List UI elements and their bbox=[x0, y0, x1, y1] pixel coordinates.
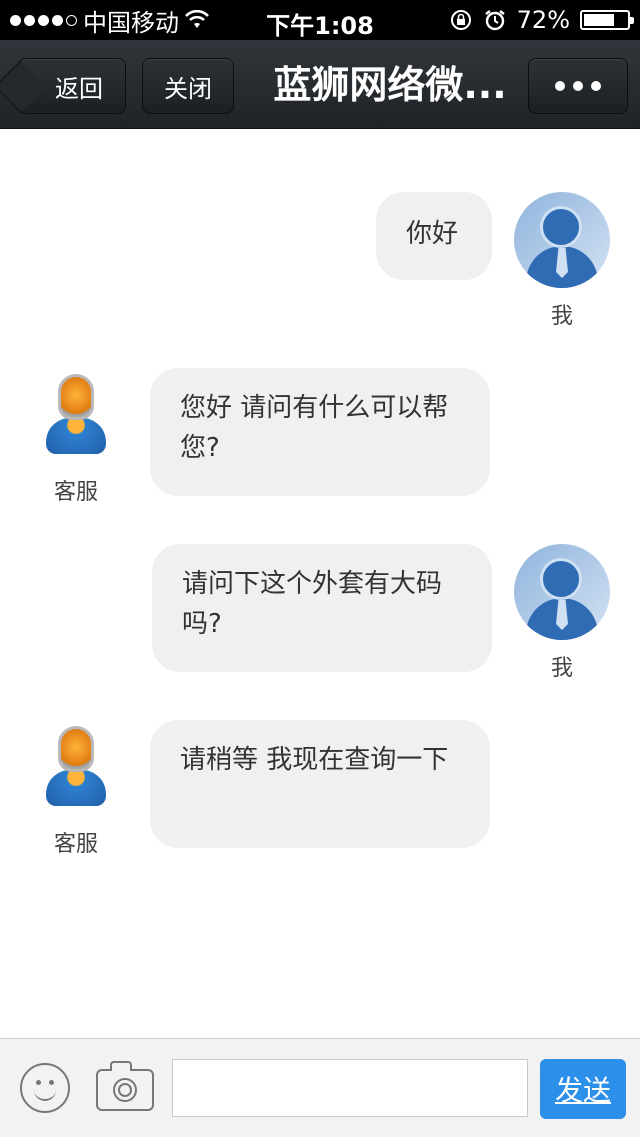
more-dots-icon bbox=[555, 81, 601, 91]
avatar-label-me: 我 bbox=[550, 656, 573, 681]
battery-percent: 72% bbox=[516, 6, 570, 34]
message-text: 你好 bbox=[406, 219, 459, 249]
page-title: 蓝狮网络微... bbox=[273, 63, 507, 107]
camera-icon[interactable] bbox=[96, 1061, 154, 1111]
user-avatar-icon[interactable] bbox=[514, 544, 610, 640]
message-input[interactable] bbox=[172, 1059, 528, 1117]
send-button[interactable]: 发送 bbox=[540, 1059, 626, 1119]
nav-bar: 返回 关闭 蓝狮网络微... bbox=[0, 40, 640, 129]
avatar-label-me: 我 bbox=[550, 304, 573, 329]
close-button-label: 关闭 bbox=[164, 74, 212, 103]
close-button[interactable]: 关闭 bbox=[142, 58, 234, 114]
battery-icon bbox=[580, 10, 634, 30]
battery-fill bbox=[584, 14, 615, 26]
more-button[interactable] bbox=[528, 58, 628, 114]
avatar-label-service: 客服 bbox=[53, 832, 98, 857]
avatar-label-service: 客服 bbox=[53, 480, 98, 505]
message-bubble-me: 请问下这个外套有大码吗? bbox=[152, 544, 492, 672]
message-text: 请问下这个外套有大码吗? bbox=[182, 569, 443, 639]
status-bar: 中国移动 下午1:08 72% bbox=[0, 0, 640, 40]
message-bubble-service: 请稍等 我现在查询一下 bbox=[150, 720, 490, 848]
back-button-label: 返回 bbox=[55, 74, 103, 103]
alarm-icon bbox=[484, 10, 505, 31]
user-avatar-icon[interactable] bbox=[514, 192, 610, 288]
message-bubble-service: 您好 请问有什么可以帮您? bbox=[150, 368, 490, 496]
service-avatar-icon[interactable] bbox=[44, 374, 108, 456]
back-arrow-icon bbox=[0, 60, 47, 113]
orientation-lock-icon bbox=[450, 10, 471, 30]
message-text: 请稍等 我现在查询一下 bbox=[180, 745, 449, 775]
message-bubble-me: 你好 bbox=[376, 192, 492, 280]
smiley-icon[interactable] bbox=[20, 1063, 70, 1113]
back-button[interactable]: 返回 bbox=[0, 58, 126, 114]
service-avatar-icon[interactable] bbox=[44, 726, 108, 808]
status-right: 72% bbox=[449, 0, 634, 40]
message-text: 您好 请问有什么可以帮您? bbox=[180, 393, 449, 463]
input-toolbar: 发送 bbox=[0, 1038, 640, 1137]
